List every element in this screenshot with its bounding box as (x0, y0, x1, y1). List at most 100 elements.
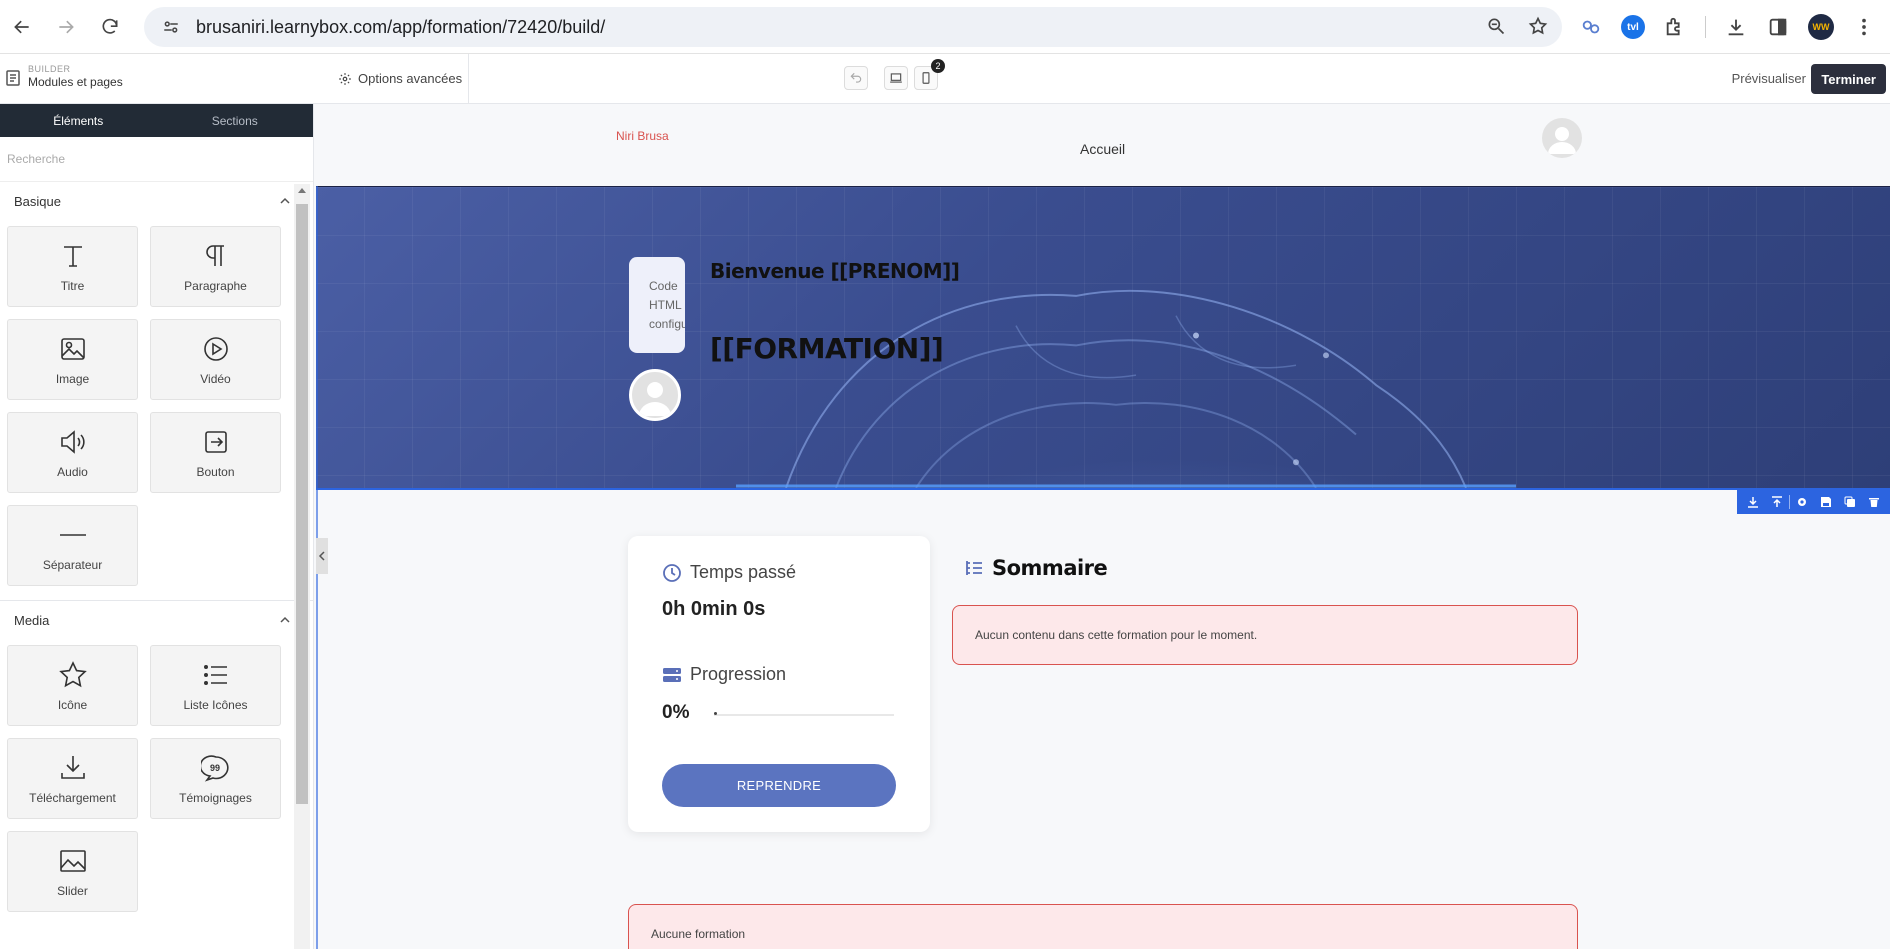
tvl-extension-icon[interactable]: tvl (1621, 15, 1645, 39)
basique-elements-grid: Titre Paragraphe Image Vidéo Audio Bouto… (0, 220, 313, 598)
element-tile-image[interactable]: Image (7, 319, 138, 400)
bookmark-star-icon[interactable] (1528, 16, 1548, 39)
advanced-options-button[interactable]: Options avancées (338, 71, 462, 86)
empty-summary-alert: Aucun contenu dans cette formation pour … (952, 605, 1578, 665)
builder-toolbar: BUILDER Modules et pages Options avancée… (0, 54, 1890, 104)
paragraph-icon (205, 244, 224, 266)
category-header-basique[interactable]: Basique (0, 182, 313, 220)
slider-icon (59, 849, 86, 872)
image-icon (60, 337, 85, 360)
section-settings-button[interactable] (1790, 490, 1814, 514)
mobile-icon (922, 72, 930, 84)
formation-title[interactable]: [[FORMATION]] (710, 332, 944, 365)
no-formation-alert: Aucune formation (628, 904, 1578, 949)
tile-label: Icône (57, 697, 88, 712)
audio-icon (60, 429, 85, 454)
category-title: Basique (14, 193, 61, 209)
server-icon (663, 667, 681, 682)
element-tile-video[interactable]: Vidéo (150, 319, 281, 400)
chevron-up-icon (280, 197, 290, 204)
tile-label: Téléchargement (29, 790, 116, 805)
forward-button[interactable] (44, 5, 88, 49)
code-line: Code (649, 279, 678, 293)
clock-icon (663, 563, 681, 582)
button-icon (204, 430, 227, 453)
elements-sidebar: Éléments Sections Recherche Basique Titr… (0, 104, 314, 949)
downloads-icon[interactable] (1724, 15, 1748, 39)
element-tile-paragraphe[interactable]: Paragraphe (150, 226, 281, 307)
url-text[interactable]: brusaniri.learnybox.com/app/formation/72… (196, 17, 605, 38)
move-up-button[interactable] (1765, 490, 1789, 514)
element-tile-separateur[interactable]: Séparateur (7, 505, 138, 586)
hero-avatar[interactable] (629, 369, 681, 421)
element-tile-icone[interactable]: Icône (7, 645, 138, 726)
save-section-button[interactable] (1814, 490, 1838, 514)
element-tile-telechargement[interactable]: Téléchargement (7, 738, 138, 819)
modules-pages-link[interactable]: BUILDER Modules et pages (6, 64, 123, 90)
delete-section-button[interactable] (1862, 490, 1886, 514)
video-icon (203, 336, 228, 361)
progress-card[interactable]: Temps passé 0h 0min 0s Progression 0% RE… (628, 536, 930, 832)
search-input[interactable]: Recherche (0, 137, 313, 182)
hero-section[interactable]: Code HTML configu Bienvenue [[PRENOM]] [… (316, 186, 1890, 490)
tile-label: Séparateur (42, 557, 103, 572)
profile-avatar[interactable]: WW (1808, 14, 1834, 40)
reload-button[interactable] (88, 5, 132, 49)
time-spent-text: Temps passé (690, 562, 797, 582)
media-elements-grid: Icône Liste Icônes Téléchargement 99 Tém… (0, 639, 313, 924)
link-extension-icon[interactable] (1579, 15, 1603, 39)
advanced-options-label: Options avancées (358, 71, 463, 86)
time-spent-value: 0h 0min 0s (662, 598, 766, 620)
mobile-view-button[interactable]: 2 (914, 59, 945, 90)
element-tile-temoignages[interactable]: 99 Témoignages (150, 738, 281, 819)
address-bar[interactable]: brusaniri.learnybox.com/app/formation/72… (144, 7, 1562, 47)
gear-icon (339, 72, 351, 85)
category-header-media[interactable]: Media (0, 601, 313, 639)
sidebar-tabs: Éléments Sections (0, 104, 313, 137)
user-avatar[interactable] (1542, 118, 1582, 158)
upload-icon (1772, 496, 1782, 507)
element-tile-bouton[interactable]: Bouton (150, 412, 281, 493)
sidebar-collapse-handle[interactable] (316, 538, 328, 574)
element-tile-slider[interactable]: Slider (7, 831, 138, 912)
finish-button[interactable]: Terminer (1811, 64, 1886, 94)
download-icon (60, 755, 85, 779)
nav-link-accueil[interactable]: Accueil (1080, 141, 1125, 157)
zoom-icon[interactable] (1486, 16, 1506, 39)
move-down-button[interactable] (1741, 490, 1765, 514)
back-button[interactable] (0, 5, 44, 49)
scroll-up-arrow[interactable] (298, 188, 306, 193)
sidebar-scrollbar[interactable] (294, 184, 310, 949)
desktop-view-button[interactable] (884, 66, 908, 90)
arrow-right-icon (59, 20, 74, 34)
site-brand[interactable]: Niri Brusa (616, 129, 669, 143)
page-canvas: Niri Brusa Accueil Code HTML configu Bie… (316, 104, 1890, 949)
site-settings-icon[interactable] (160, 16, 182, 38)
list-icon (203, 664, 227, 685)
duplicate-section-button[interactable] (1838, 490, 1862, 514)
progression-label: Progression (662, 664, 786, 685)
html-code-block[interactable]: Code HTML configu (629, 257, 685, 353)
element-tile-liste-icones[interactable]: Liste Icônes (150, 645, 281, 726)
side-panel-icon[interactable] (1766, 15, 1790, 39)
element-tile-titre[interactable]: Titre (7, 226, 138, 307)
laptop-icon (890, 73, 902, 83)
browser-menu-icon[interactable] (1852, 15, 1876, 39)
tab-elements[interactable]: Éléments (0, 104, 157, 137)
welcome-heading[interactable]: Bienvenue [[PRENOM]] (710, 259, 960, 283)
tab-sections[interactable]: Sections (157, 104, 314, 137)
toolbar-divider (468, 54, 469, 104)
resume-button[interactable]: REPRENDRE (662, 764, 896, 807)
preview-button[interactable]: Prévisualiser (1732, 71, 1806, 86)
chevron-up-icon (280, 616, 290, 623)
trash-icon (1869, 498, 1879, 507)
undo-button[interactable] (844, 66, 868, 90)
site-header[interactable]: Niri Brusa Accueil (316, 104, 1890, 186)
star-icon (58, 660, 87, 687)
code-line: configu (649, 317, 685, 331)
undo-icon (850, 72, 862, 83)
element-tile-audio[interactable]: Audio (7, 412, 138, 493)
extensions-puzzle-icon[interactable] (1663, 15, 1687, 39)
toolbar-divider (1705, 16, 1706, 38)
scrollbar-thumb[interactable] (296, 204, 308, 804)
